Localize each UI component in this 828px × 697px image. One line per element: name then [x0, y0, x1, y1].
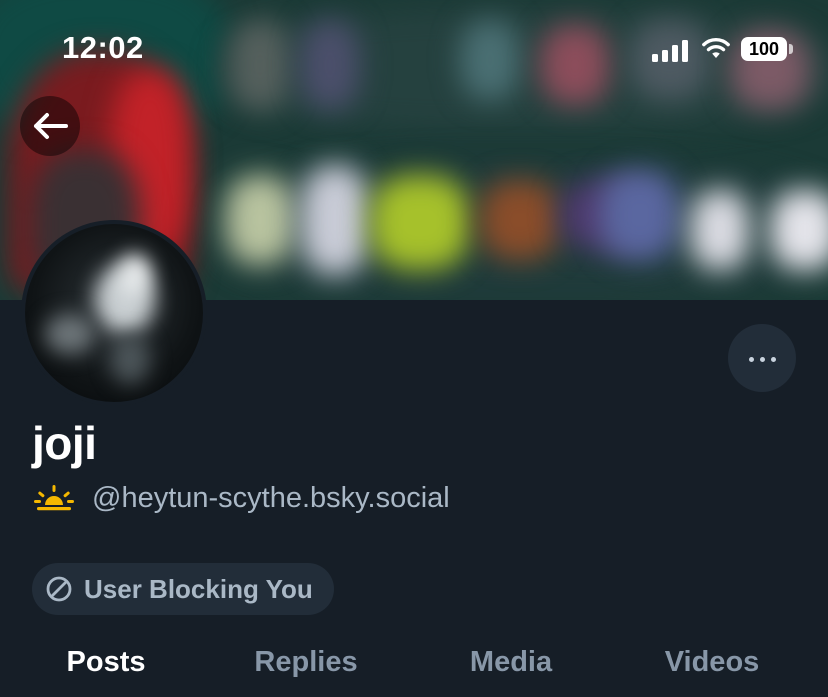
status-bar: 12:02 100	[0, 0, 828, 100]
avatar-image	[25, 224, 203, 402]
block-icon	[46, 576, 72, 602]
avatar[interactable]	[21, 220, 207, 406]
arrow-left-icon	[34, 113, 68, 139]
blocked-badge: User Blocking You	[32, 563, 334, 615]
display-name: joji	[32, 417, 97, 469]
battery-tip	[789, 44, 793, 54]
status-time: 12:02	[62, 30, 144, 65]
back-button[interactable]	[20, 96, 80, 156]
tab-replies[interactable]: Replies	[254, 646, 357, 679]
tab-posts[interactable]: Posts	[67, 646, 146, 679]
ellipsis-icon	[746, 349, 779, 367]
handle-row: @heytun-scythe.bsky.social	[34, 478, 450, 518]
sunrise-icon	[34, 485, 74, 511]
more-options-button[interactable]	[728, 324, 796, 392]
user-handle: @heytun-scythe.bsky.social	[92, 481, 450, 514]
wifi-icon	[702, 37, 730, 58]
battery-icon: 100	[741, 37, 787, 61]
tab-media[interactable]: Media	[470, 646, 552, 679]
signal-icon	[652, 38, 690, 62]
profile-tabs: Posts Replies Media Videos	[0, 636, 828, 697]
tab-videos[interactable]: Videos	[665, 646, 760, 679]
blocked-label: User Blocking You	[84, 573, 313, 604]
